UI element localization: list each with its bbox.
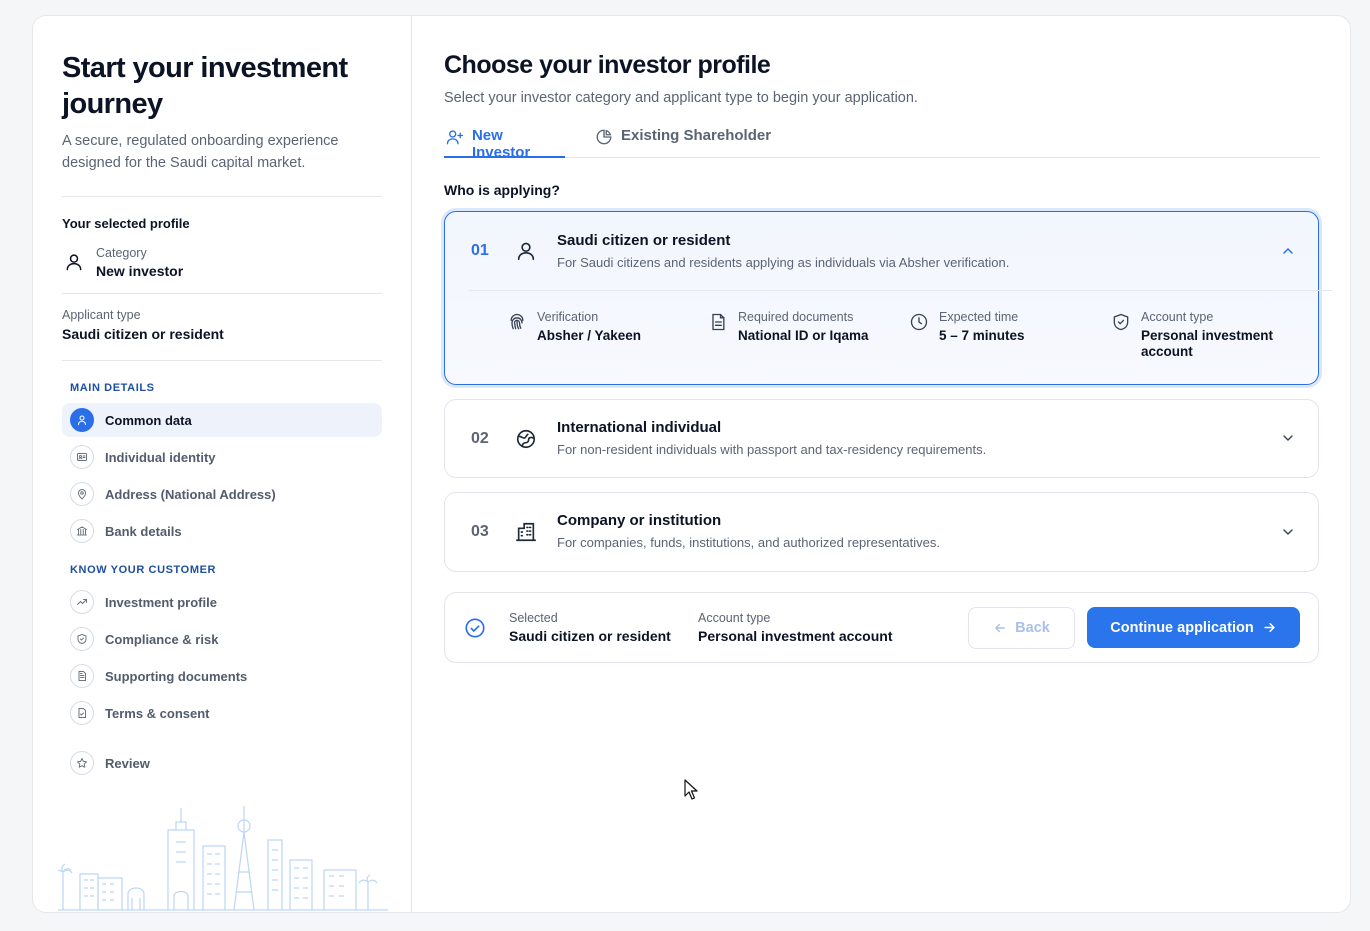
trend-icon bbox=[70, 590, 94, 614]
option-title: Saudi citizen or resident bbox=[557, 232, 731, 249]
tab-label: New Investor bbox=[471, 127, 531, 161]
selected-label: Selected bbox=[509, 611, 558, 625]
account-type-label: Account type bbox=[698, 611, 771, 625]
option-number: 01 bbox=[471, 242, 489, 259]
nav-item-label: Terms & consent bbox=[105, 705, 210, 721]
nav-item-label: Compliance & risk bbox=[105, 631, 219, 647]
user-plus-icon bbox=[446, 130, 464, 145]
shield-icon bbox=[70, 627, 94, 651]
sidebar-title: Start your investment journey bbox=[62, 52, 348, 120]
detail-value: Personal investment account bbox=[1141, 328, 1274, 359]
user-icon bbox=[517, 242, 535, 261]
selected-value: Saudi citizen or resident bbox=[509, 628, 671, 644]
nav-item-review[interactable]: Review bbox=[62, 746, 382, 780]
file-check-icon bbox=[70, 701, 94, 725]
arrow-left-icon bbox=[995, 623, 1005, 633]
globe-icon bbox=[516, 429, 536, 449]
option-international-individual[interactable]: 02 International individual For non-resi… bbox=[444, 399, 1319, 478]
detail-label: Account type bbox=[1141, 310, 1214, 324]
applicant-type-label: Applicant type bbox=[62, 308, 141, 322]
nav-item-supporting-documents[interactable]: Supporting documents bbox=[62, 659, 382, 693]
option-number: 03 bbox=[471, 523, 489, 540]
selected-profile-title: Your selected profile bbox=[62, 216, 190, 231]
selection-summary: Selected Saudi citizen or resident Accou… bbox=[444, 592, 1319, 663]
option-description: For Saudi citizens and residents applyin… bbox=[557, 255, 1010, 270]
nav-item-label: Supporting documents bbox=[105, 668, 248, 684]
building-icon bbox=[516, 522, 536, 542]
nav-item-terms-consent[interactable]: Terms & consent bbox=[62, 696, 382, 730]
user-icon bbox=[66, 254, 82, 271]
nav-item-label: Common data bbox=[105, 412, 192, 428]
nav-item-label: Individual identity bbox=[105, 449, 216, 465]
nav-item-label: Bank details bbox=[105, 523, 182, 539]
detail-label: Required documents bbox=[738, 310, 854, 324]
chevron-down-icon[interactable] bbox=[1280, 524, 1296, 540]
city-skyline-illustration bbox=[58, 806, 388, 911]
shield-check-icon bbox=[1113, 313, 1129, 331]
continue-application-button[interactable]: Continue application bbox=[1087, 607, 1300, 648]
sidebar-subtitle: A secure, regulated onboarding experienc… bbox=[62, 133, 339, 171]
detail-label: Expected time bbox=[939, 310, 1019, 324]
document-icon bbox=[712, 313, 725, 331]
chevron-up-icon[interactable] bbox=[1280, 243, 1296, 259]
detail-value: National ID or Iqama bbox=[738, 328, 869, 343]
back-button-label: Back bbox=[1015, 620, 1050, 636]
who-is-applying-label: Who is applying? bbox=[444, 182, 560, 198]
nav-item-label: Address (National Address) bbox=[105, 486, 276, 502]
back-button[interactable]: Back bbox=[968, 607, 1075, 649]
investor-tabs: New Investor Existing Shareholder bbox=[444, 124, 1320, 161]
pie-chart-icon bbox=[596, 129, 612, 145]
star-icon bbox=[70, 751, 94, 775]
option-number: 02 bbox=[471, 430, 489, 447]
sidebar: Start your investment journey A secure, … bbox=[33, 16, 412, 912]
nav-item-label: Investment profile bbox=[105, 594, 217, 610]
divider bbox=[62, 360, 382, 361]
nav-item-compliance-risk[interactable]: Compliance & risk bbox=[62, 622, 382, 656]
fingerprint-icon bbox=[510, 313, 524, 330]
divider bbox=[62, 293, 382, 294]
nav-item-common-data[interactable]: Common data bbox=[62, 403, 382, 437]
main-panel: Choose your investor profile Select your… bbox=[444, 16, 1332, 912]
chevron-down-icon[interactable] bbox=[1280, 430, 1296, 446]
tab-existing-shareholder[interactable]: Existing Shareholder bbox=[595, 124, 771, 158]
tab-new-investor[interactable]: New Investor bbox=[444, 124, 565, 161]
detail-label: Verification bbox=[537, 310, 599, 324]
tab-label: Existing Shareholder bbox=[621, 127, 772, 144]
applicant-type-value: Saudi citizen or resident bbox=[62, 326, 224, 342]
option-description: For companies, funds, institutions, and … bbox=[557, 535, 940, 550]
nav-item-label: Review bbox=[105, 755, 150, 771]
check-circle-icon bbox=[465, 618, 485, 638]
continue-button-label: Continue application bbox=[1110, 619, 1254, 636]
option-description: For non-resident individuals with passpo… bbox=[557, 442, 987, 457]
map-pin-icon bbox=[70, 482, 94, 506]
divider bbox=[469, 290, 1332, 291]
page-subtitle: Select your investor category and applic… bbox=[444, 90, 918, 106]
category-value: New investor bbox=[96, 263, 184, 279]
detail-value: Absher / Yakeen bbox=[537, 328, 642, 343]
clock-icon bbox=[910, 313, 928, 331]
category-label: Category bbox=[96, 246, 147, 260]
nav-item-investment-profile[interactable]: Investment profile bbox=[62, 585, 382, 619]
option-title: International individual bbox=[557, 419, 722, 436]
nav-item-bank-details[interactable]: Bank details bbox=[62, 514, 382, 548]
option-company-institution[interactable]: 03 Company or institution For companies,… bbox=[444, 492, 1319, 572]
option-title: Company or institution bbox=[557, 512, 722, 529]
mouse-cursor-icon bbox=[684, 779, 698, 800]
divider bbox=[62, 196, 382, 197]
nav-item-individual-identity[interactable]: Individual identity bbox=[62, 440, 382, 474]
detail-value: 5 – 7 minutes bbox=[939, 328, 1025, 343]
arrow-right-icon bbox=[1264, 623, 1275, 632]
account-type-value: Personal investment account bbox=[698, 628, 893, 644]
id-card-icon bbox=[70, 445, 94, 469]
section-heading-kyc: KNOW YOUR CUSTOMER bbox=[70, 564, 217, 576]
user-icon bbox=[70, 408, 94, 432]
page-title: Choose your investor profile bbox=[444, 51, 771, 79]
nav-item-address[interactable]: Address (National Address) bbox=[62, 477, 382, 511]
option-saudi-citizen[interactable]: 01 Saudi citizen or resident For Saudi c… bbox=[444, 211, 1332, 385]
document-icon bbox=[70, 664, 94, 688]
section-heading-main-details: MAIN DETAILS bbox=[70, 382, 155, 394]
bank-icon bbox=[70, 519, 94, 543]
